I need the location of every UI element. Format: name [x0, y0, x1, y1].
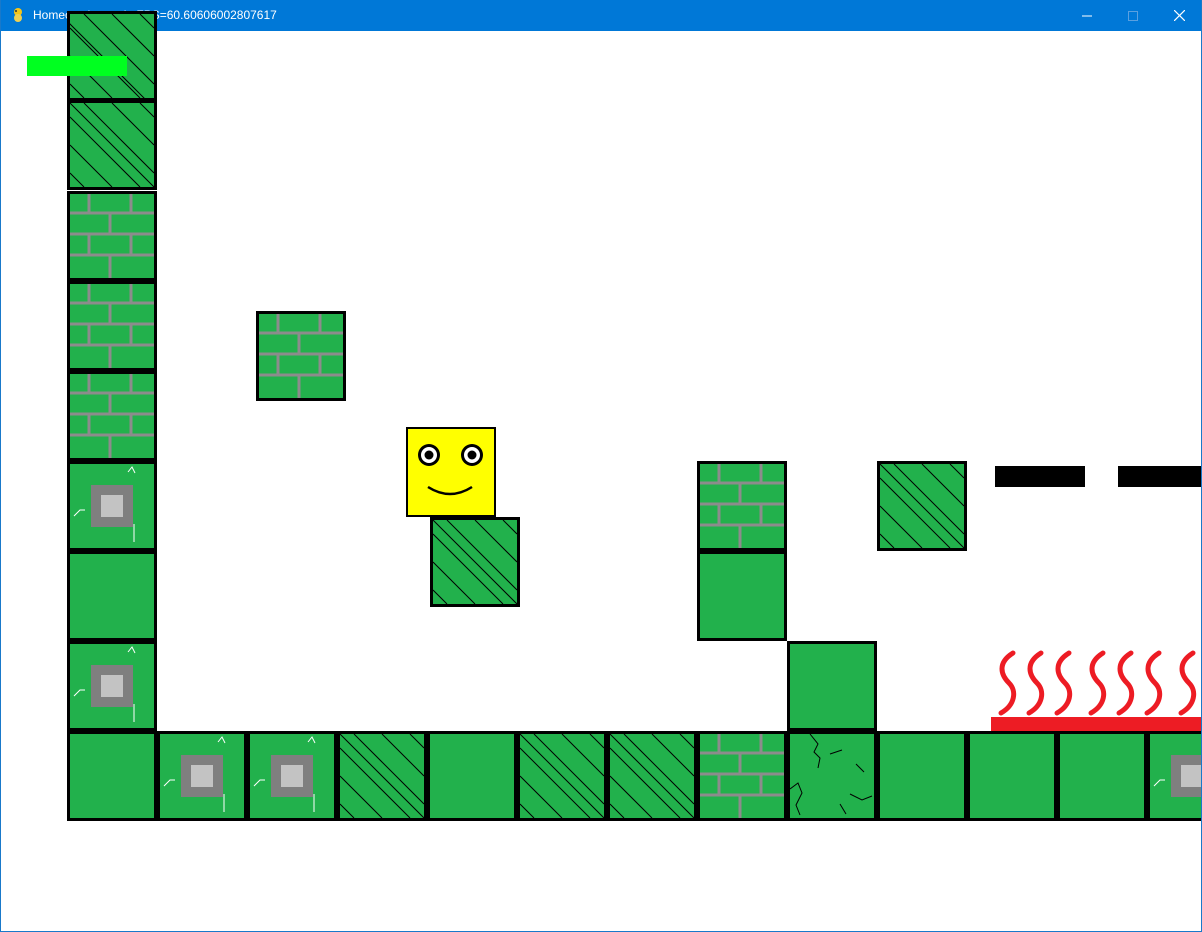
brick-tile: [256, 311, 346, 401]
game-window: Homecoming main FPS=60.60606002807617: [0, 0, 1202, 932]
health-bar: [27, 56, 127, 76]
minimize-icon: [1082, 15, 1092, 16]
hatched-tile: [517, 731, 607, 821]
plain-tile: [1057, 731, 1147, 821]
hatched-tile: [877, 461, 967, 551]
close-icon: [1173, 10, 1185, 21]
brick-tile: [67, 281, 157, 371]
brick-tile: [67, 191, 157, 281]
brick-tile: [697, 731, 787, 821]
cracked-tile: [787, 731, 877, 821]
stone-tile: [157, 731, 247, 821]
plain-tile: [877, 731, 967, 821]
close-button[interactable]: [1156, 0, 1201, 31]
plain-tile: [427, 731, 517, 821]
plain-tile: [697, 551, 787, 641]
game-canvas[interactable]: [1, 11, 1201, 931]
brick-tile: [697, 461, 787, 551]
brick-tile: [67, 371, 157, 461]
python-icon: [14, 8, 22, 22]
lava-strip: [991, 717, 1201, 731]
flame-icon: [998, 650, 1197, 716]
title-bar[interactable]: Homecoming main FPS=60.60606002807617: [1, 0, 1201, 31]
hatched-tile: [430, 517, 520, 607]
stone-tile: [67, 461, 157, 551]
stone-tile: [1147, 731, 1201, 821]
plain-tile: [67, 731, 157, 821]
player-character: [406, 427, 496, 517]
dark-platform: [1118, 466, 1201, 487]
maximize-button[interactable]: [1110, 0, 1156, 31]
maximize-icon: [1128, 10, 1138, 21]
stone-tile: [67, 641, 157, 731]
plain-tile: [67, 551, 157, 641]
hatched-tile: [607, 731, 697, 821]
hatched-tile: [67, 100, 157, 190]
hatched-tile: [337, 731, 427, 821]
plain-tile: [967, 731, 1057, 821]
plain-tile: [787, 641, 877, 731]
stone-tile: [247, 731, 337, 821]
dark-platform: [995, 466, 1085, 487]
minimize-button[interactable]: [1064, 0, 1110, 31]
smiley-face-icon: [418, 444, 483, 496]
